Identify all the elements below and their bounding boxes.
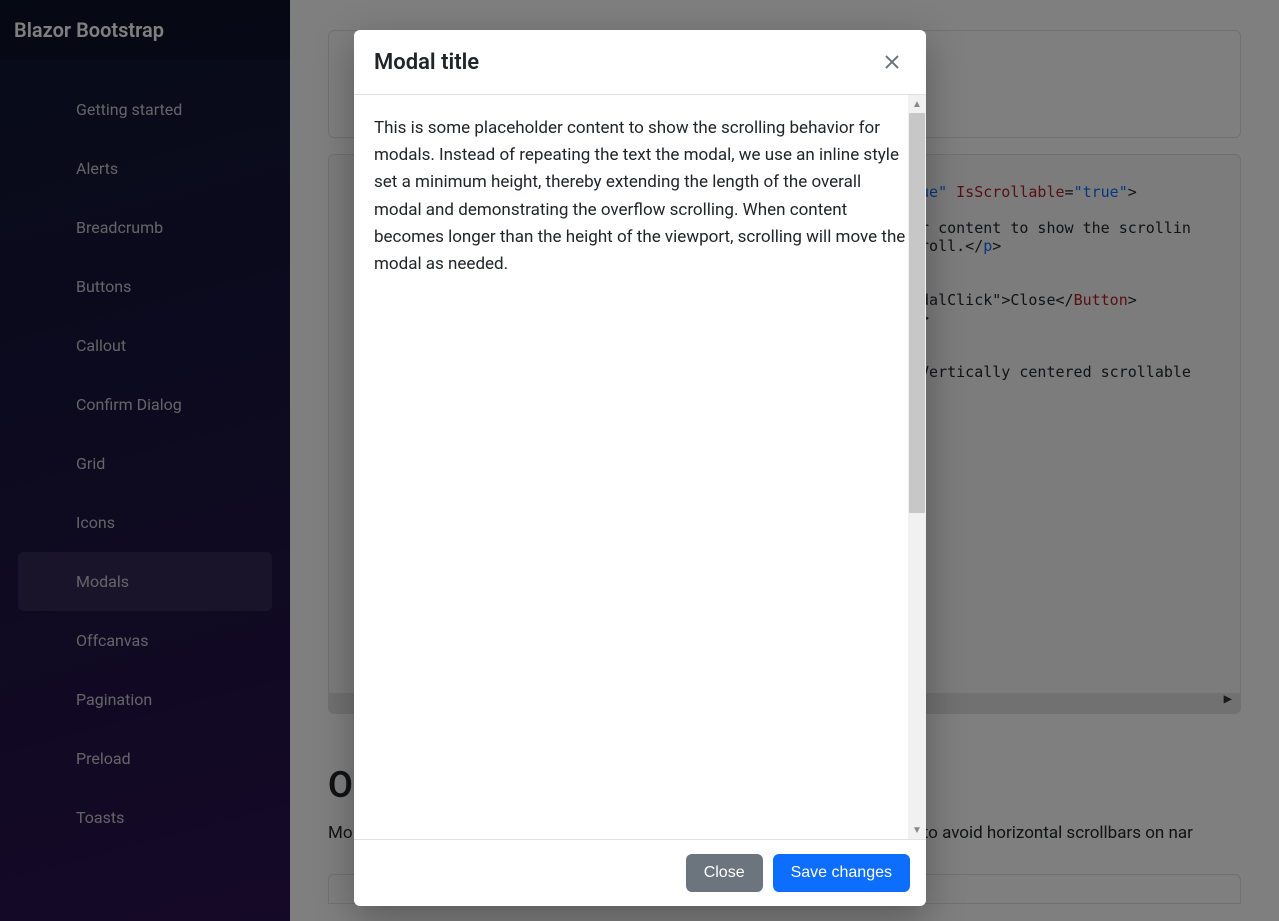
modal-scrollbar[interactable]: ▲ ▼: [908, 95, 926, 839]
scroll-down-icon[interactable]: ▼: [908, 821, 926, 839]
modal-body-text: This is some placeholder content to show…: [374, 115, 908, 278]
scrollbar-track[interactable]: [908, 113, 926, 821]
modal-dialog: Modal title This is some placeholder con…: [354, 30, 926, 906]
modal-body: This is some placeholder content to show…: [354, 95, 908, 839]
close-button[interactable]: Close: [686, 854, 763, 892]
modal-title: Modal title: [374, 50, 479, 75]
modal-body-wrapper: This is some placeholder content to show…: [354, 95, 926, 839]
save-changes-button[interactable]: Save changes: [773, 854, 910, 892]
modal-header: Modal title: [354, 30, 926, 95]
close-icon[interactable]: [878, 48, 906, 76]
scrollbar-thumb[interactable]: [909, 113, 925, 513]
scroll-up-icon[interactable]: ▲: [908, 95, 926, 113]
modal-footer: Close Save changes: [354, 839, 926, 906]
